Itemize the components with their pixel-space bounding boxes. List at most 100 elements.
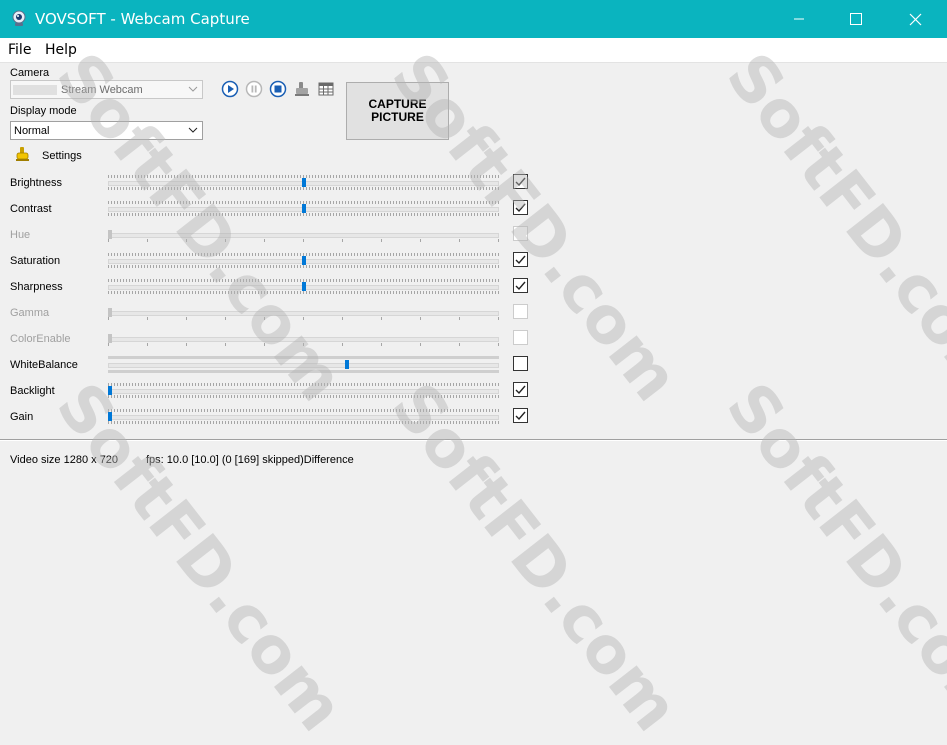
brightness-slider-thumb[interactable] — [302, 178, 306, 187]
sharpness-label: Sharpness — [10, 281, 63, 293]
gain-slider[interactable] — [108, 408, 499, 425]
slider-tick — [108, 317, 109, 320]
contrast-label: Contrast — [10, 203, 52, 215]
slider-tick — [225, 239, 226, 242]
backlight-slider-thumb[interactable] — [108, 386, 112, 395]
slider-ticks-top — [108, 409, 499, 412]
gamma-slider-thumb — [108, 308, 112, 317]
settings-label[interactable]: Settings — [42, 150, 82, 162]
saturation-auto-checkbox[interactable] — [513, 252, 528, 267]
close-icon — [909, 13, 921, 25]
contrast-slider-thumb[interactable] — [302, 204, 306, 213]
brightness-slider[interactable] — [108, 174, 499, 191]
slider-tick — [147, 343, 148, 346]
fps-status: fps: 10.0 [10.0] (0 [169] skipped)Differ… — [146, 454, 354, 466]
checkmark-icon — [515, 203, 526, 213]
watermark-text: SoftFD.com — [41, 370, 358, 745]
settings-icon[interactable] — [14, 146, 31, 163]
slider-tick — [186, 239, 187, 242]
slider-tick — [498, 343, 499, 346]
capture-picture-button[interactable]: CAPTURE PICTURE — [346, 82, 449, 140]
contrast-slider[interactable] — [108, 200, 499, 217]
slider-tick — [459, 343, 460, 346]
close-button[interactable] — [892, 0, 938, 38]
checkmark-icon — [515, 281, 526, 291]
colorenable-label: ColorEnable — [10, 333, 71, 345]
camera-settings-icon[interactable] — [293, 80, 311, 98]
camera-name-redacted — [13, 85, 57, 95]
slider-tick — [342, 239, 343, 242]
gain-auto-checkbox[interactable] — [513, 408, 528, 423]
hue-label: Hue — [10, 229, 31, 241]
saturation-slider[interactable] — [108, 252, 499, 269]
display-mode-value: Normal — [14, 125, 50, 137]
slider-track — [108, 337, 499, 342]
whitebalance-slider-thumb[interactable] — [345, 360, 349, 369]
slider-ticks-bottom — [108, 291, 499, 294]
menu-bar: File Help — [0, 38, 947, 63]
slider-ticks-bottom — [108, 317, 499, 320]
slider-tick — [186, 317, 187, 320]
minimize-button[interactable] — [776, 0, 822, 38]
minimize-icon — [794, 18, 804, 20]
slider-ticks-bottom — [108, 343, 499, 346]
stop-icon[interactable] — [269, 80, 287, 98]
slider-tick — [459, 317, 460, 320]
slider-tick — [225, 317, 226, 320]
camera-label: Camera — [10, 67, 50, 79]
whitebalance-slider[interactable] — [108, 356, 499, 373]
backlight-auto-checkbox[interactable] — [513, 382, 528, 397]
slider-track — [108, 415, 499, 420]
checkmark-icon — [515, 177, 526, 187]
slider-ticks-bottom — [108, 239, 499, 242]
hue-slider-thumb — [108, 230, 112, 239]
maximize-icon — [850, 13, 862, 25]
display-mode-select[interactable]: Normal — [10, 121, 203, 140]
sharpness-slider-thumb[interactable] — [302, 282, 306, 291]
slider-tick — [186, 343, 187, 346]
pause-icon[interactable] — [245, 80, 263, 98]
gamma-auto-checkbox — [513, 304, 528, 319]
slider-tick — [147, 317, 148, 320]
contrast-auto-checkbox[interactable] — [513, 200, 528, 215]
slider-ticks-bottom — [108, 187, 499, 190]
menu-file[interactable]: File — [8, 42, 31, 58]
gain-slider-thumb[interactable] — [108, 412, 112, 421]
slider-ticks-top — [108, 383, 499, 386]
hue-slider — [108, 226, 499, 243]
grid-icon[interactable] — [317, 80, 335, 98]
saturation-slider-thumb[interactable] — [302, 256, 306, 265]
slider-tick — [147, 239, 148, 242]
whitebalance-auto-checkbox[interactable] — [513, 356, 528, 371]
checkmark-icon — [515, 385, 526, 395]
slider-tick — [264, 317, 265, 320]
brightness-auto-checkbox[interactable] — [513, 174, 528, 189]
menu-help[interactable]: Help — [45, 42, 77, 58]
sharpness-slider[interactable] — [108, 278, 499, 295]
sharpness-auto-checkbox[interactable] — [513, 278, 528, 293]
watermark-text: SoftFD.com — [711, 370, 947, 745]
slider-tick — [459, 239, 460, 242]
gain-label: Gain — [10, 411, 34, 423]
slider-tick — [498, 239, 499, 242]
checkmark-icon — [515, 255, 526, 265]
slider-tick — [342, 343, 343, 346]
slider-tick — [108, 239, 109, 242]
slider-bar-bottom — [108, 370, 499, 373]
chevron-down-icon — [188, 86, 198, 92]
chevron-down-icon — [188, 127, 198, 133]
slider-bar-top — [108, 356, 499, 359]
hue-auto-checkbox — [513, 226, 528, 241]
maximize-button[interactable] — [833, 0, 879, 38]
webcam-app-icon — [12, 10, 26, 26]
backlight-slider[interactable] — [108, 382, 499, 399]
slider-tick — [264, 239, 265, 242]
whitebalance-label: WhiteBalance — [10, 359, 78, 371]
play-icon[interactable] — [221, 80, 239, 98]
camera-select[interactable]: Stream Webcam — [10, 80, 203, 99]
slider-ticks-bottom — [108, 421, 499, 424]
slider-track — [108, 311, 499, 316]
camera-select-value: Stream Webcam — [61, 84, 143, 96]
slider-tick — [420, 239, 421, 242]
slider-ticks-bottom — [108, 265, 499, 268]
